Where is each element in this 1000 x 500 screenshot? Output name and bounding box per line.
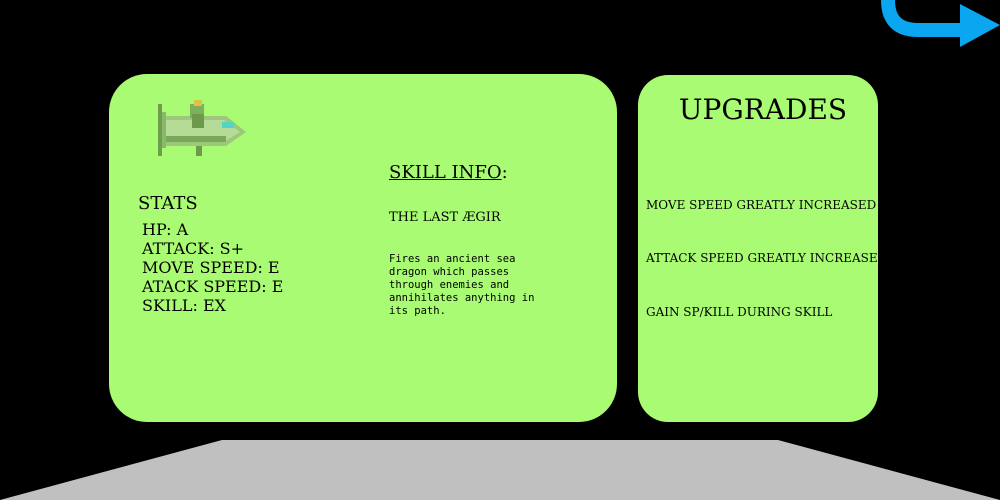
upgrade-item: GAIN SP/KILL DURING SKILL <box>646 305 833 319</box>
stat-skill: SKILL: EX <box>142 296 227 315</box>
stat-move-speed: MOVE SPEED: E <box>142 258 280 277</box>
upgrade-item: MOVE SPEED GREATLY INCREASED <box>646 198 877 212</box>
stats-list: HP: A ATTACK: S+ MOVE SPEED: E ATACK SPE… <box>142 220 283 315</box>
ship-sprite <box>158 100 246 156</box>
stat-attack-speed: ATACK SPEED: E <box>142 277 284 296</box>
upgrades-title: UPGRADES <box>678 93 848 126</box>
skill-name: THE LAST ÆGIR <box>389 210 501 225</box>
stat-hp: HP: A <box>142 220 189 239</box>
stat-attack: ATTACK: S+ <box>142 239 245 258</box>
skill-description: Fires an ancient sea dragon which passes… <box>389 253 535 317</box>
skill-info-heading: SKILL INFO: <box>389 162 508 183</box>
skill-info-heading-colon: : <box>501 162 508 183</box>
skill-info-heading-text: SKILL INFO <box>389 162 502 183</box>
floor <box>0 440 1000 500</box>
stats-heading: STATS <box>138 193 198 214</box>
upgrade-item: ATTACK SPEED GREATLY INCREASED <box>646 251 888 265</box>
back-arrow-icon[interactable] <box>878 0 1000 50</box>
upgrades-panel <box>638 75 878 422</box>
